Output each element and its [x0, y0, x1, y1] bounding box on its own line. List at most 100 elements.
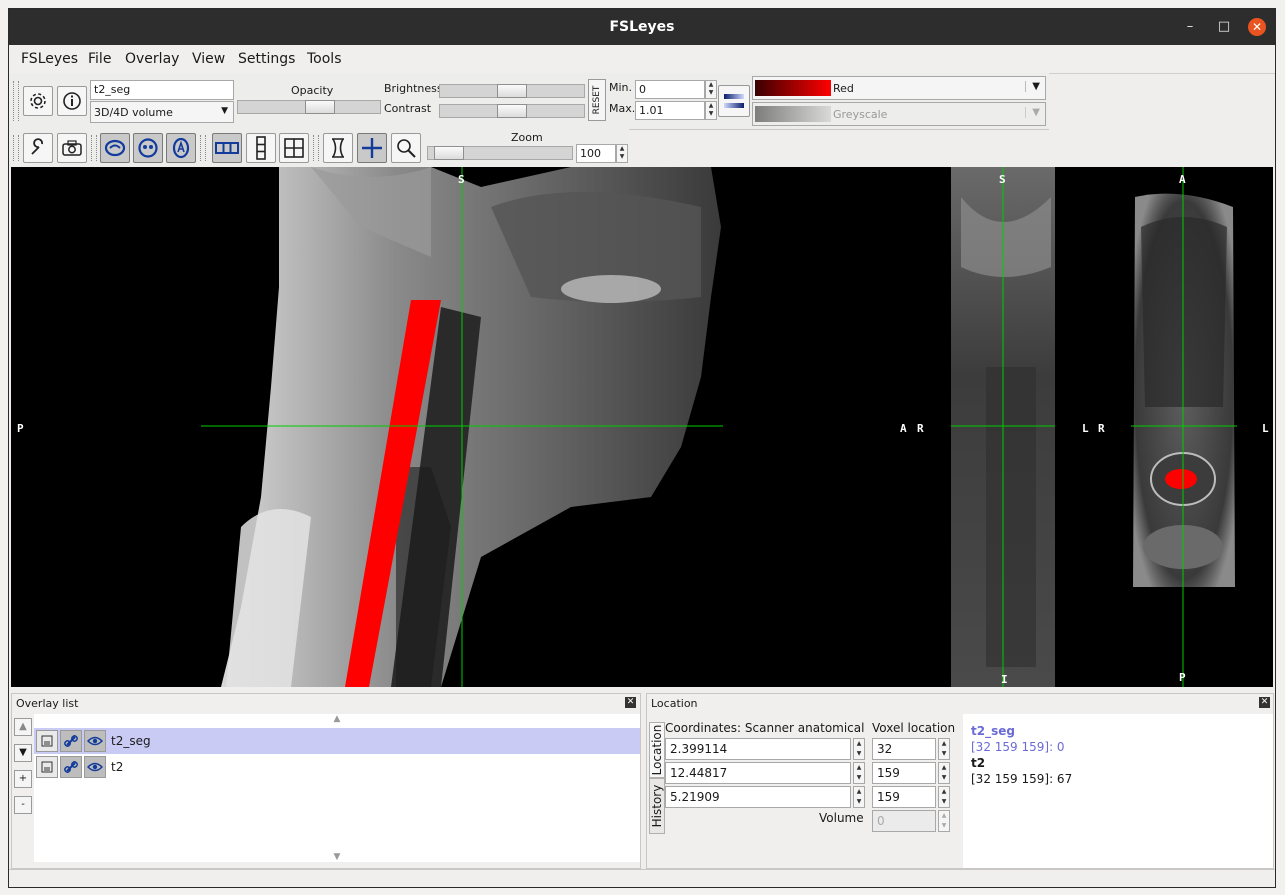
axial-left-label: L: [1082, 422, 1089, 435]
toolbar-separator: [200, 135, 206, 161]
camera-icon[interactable]: [57, 133, 87, 163]
link-icon[interactable]: [60, 756, 82, 778]
eye-icon[interactable]: [84, 756, 106, 778]
min-spinner[interactable]: ▲ ▼: [705, 80, 717, 99]
coord-y-field[interactable]: 12.44817: [665, 762, 851, 784]
cmap-primary-value: Red: [833, 82, 854, 95]
vertical-layout-icon[interactable]: [246, 133, 276, 163]
volume-field[interactable]: 0: [872, 810, 936, 832]
cmap-select[interactable]: Red ▼: [752, 76, 1046, 100]
wrench-icon[interactable]: [23, 133, 53, 163]
coord-z-spinner[interactable]: ▲ ▼: [853, 786, 865, 808]
info-overlay-value: [32 159 159]: 67: [971, 772, 1073, 786]
max-field[interactable]: 1.01: [635, 101, 705, 120]
menu-overlay[interactable]: Overlay: [125, 51, 179, 67]
axial-bottom-label: P: [1179, 671, 1186, 684]
link-icon[interactable]: [60, 730, 82, 752]
coronal-view-icon[interactable]: [133, 133, 163, 163]
add-overlay-button[interactable]: +: [14, 770, 32, 788]
close-button[interactable]: ✕: [1248, 18, 1266, 36]
voxel-z-spinner[interactable]: ▲ ▼: [938, 786, 950, 808]
opacity-label: Opacity: [291, 84, 334, 97]
contrast-label: Contrast: [384, 102, 432, 115]
ortho-canvas[interactable]: S P S A R I A L R L P: [11, 167, 1273, 687]
gear-icon[interactable]: [23, 86, 53, 116]
remove-overlay-button[interactable]: -: [14, 796, 32, 814]
coord-x-field[interactable]: 2.399114: [665, 738, 851, 760]
menu-tools[interactable]: Tools: [307, 51, 342, 67]
voxel-z-field[interactable]: 159: [872, 786, 936, 808]
negative-cmap-select[interactable]: Greyscale ▼: [752, 102, 1046, 126]
sagittal-left-label: P: [17, 422, 24, 435]
coronal-left-label: A: [900, 422, 907, 435]
move-up-button[interactable]: ▲: [14, 718, 32, 736]
save-icon[interactable]: [36, 730, 58, 752]
toolbar-separator: [91, 135, 97, 161]
sagittal-view[interactable]: [221, 167, 721, 687]
menu-file[interactable]: File: [88, 51, 111, 67]
movie-mode-icon[interactable]: [323, 133, 353, 163]
voxel-y-spinner[interactable]: ▲ ▼: [938, 762, 950, 784]
opacity-slider[interactable]: [237, 100, 381, 114]
overlay-list-item[interactable]: t2: [34, 754, 640, 780]
toolbar-grip[interactable]: [13, 81, 19, 121]
contrast-slider-thumb[interactable]: [497, 104, 527, 118]
brightness-slider[interactable]: [439, 84, 585, 98]
close-icon[interactable]: ✕: [625, 697, 636, 708]
zoom-slider[interactable]: [427, 146, 573, 160]
brightness-label: Brightness: [384, 82, 443, 95]
info-icon[interactable]: [57, 86, 87, 116]
overlay-display-toolbar: t2_seg 3D/4D volume ▼ Opacity Brightness…: [9, 73, 1049, 130]
volume-spinner[interactable]: ▲ ▼: [938, 810, 950, 832]
voxel-x-field[interactable]: 32: [872, 738, 936, 760]
zoom-spinner[interactable]: ▲ ▼: [616, 144, 628, 163]
tab-location-label: Location: [650, 724, 664, 776]
tab-location[interactable]: Location: [649, 722, 665, 778]
overlay-list-item[interactable]: t2_seg: [34, 728, 640, 754]
voxel-x-spinner[interactable]: ▲ ▼: [938, 738, 950, 760]
save-icon[interactable]: [36, 756, 58, 778]
coord-y-spinner[interactable]: ▲ ▼: [853, 762, 865, 784]
tab-history[interactable]: History: [649, 778, 665, 834]
max-spinner[interactable]: ▲ ▼: [705, 101, 717, 120]
axial-view-icon[interactable]: [166, 133, 196, 163]
maximize-button[interactable]: □: [1215, 18, 1233, 36]
coord-x-spinner[interactable]: ▲ ▼: [853, 738, 865, 760]
sagittal-view-icon[interactable]: [100, 133, 130, 163]
contrast-slider[interactable]: [439, 104, 585, 118]
scroll-down-icon[interactable]: ▼: [34, 852, 640, 862]
horizontal-layout-icon[interactable]: [212, 133, 242, 163]
minimize-button[interactable]: –: [1181, 18, 1199, 36]
info-overlay-value: [32 159 159]: 0: [971, 740, 1065, 754]
min-field[interactable]: 0: [635, 80, 705, 99]
axial-view[interactable]: [1133, 193, 1235, 587]
zoom-icon[interactable]: [391, 133, 421, 163]
info-overlay-name: t2_seg: [971, 724, 1015, 738]
eye-icon[interactable]: [84, 730, 106, 752]
app-window: FSLeyes – □ ✕ FSLeyes File Overlay View …: [8, 8, 1276, 888]
menu-view[interactable]: View: [192, 51, 225, 67]
move-down-button[interactable]: ▼: [14, 744, 32, 762]
crosshair-icon[interactable]: [357, 133, 387, 163]
brightness-slider-thumb[interactable]: [497, 84, 527, 98]
chevron-down-icon: ▼: [221, 106, 228, 116]
location-panel: Location ✕ Location History Coordinates:…: [646, 693, 1274, 869]
scroll-up-icon[interactable]: ▲: [34, 714, 640, 724]
invert-cmap-icon[interactable]: [718, 85, 750, 117]
volume-label: Volume: [819, 811, 864, 825]
coronal-bottom-label: I: [1001, 673, 1008, 686]
menu-settings[interactable]: Settings: [238, 51, 295, 67]
overlay-type-select[interactable]: 3D/4D volume ▼: [90, 101, 234, 123]
grid-layout-icon[interactable]: [279, 133, 309, 163]
zoom-slider-thumb[interactable]: [434, 146, 464, 160]
overlay-name-field[interactable]: t2_seg: [90, 80, 234, 100]
opacity-slider-thumb[interactable]: [305, 100, 335, 114]
toolbar-grip[interactable]: [13, 135, 19, 161]
menu-fsleyes[interactable]: FSLeyes: [21, 51, 78, 67]
zoom-field[interactable]: 100: [576, 144, 616, 163]
close-icon[interactable]: ✕: [1259, 697, 1270, 708]
coord-z-field[interactable]: 5.21909: [665, 786, 851, 808]
voxel-y-field[interactable]: 159: [872, 762, 936, 784]
reset-button[interactable]: RESET: [588, 79, 606, 121]
overlay-list-title: Overlay list: [16, 697, 79, 710]
